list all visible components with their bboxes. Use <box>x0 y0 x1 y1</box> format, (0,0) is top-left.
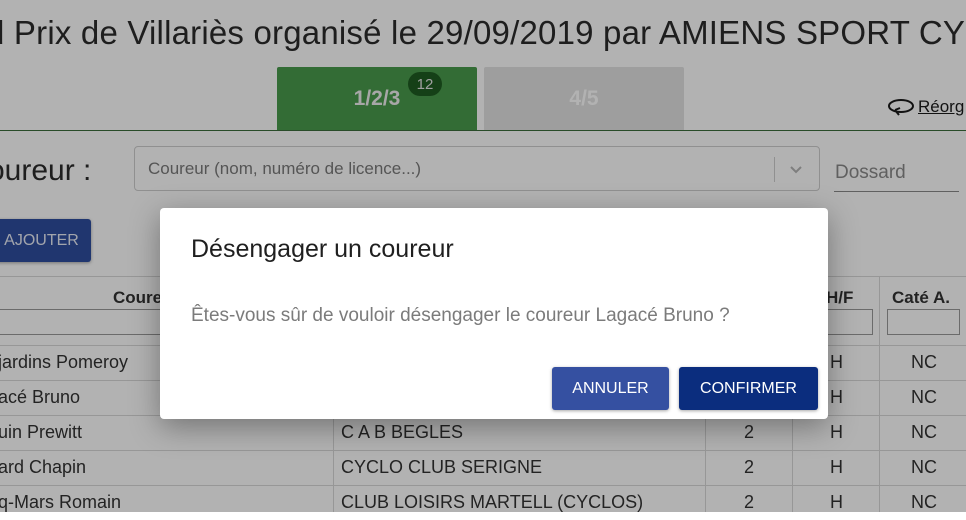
cancel-button[interactable]: ANNULER <box>552 367 669 410</box>
confirm-button[interactable]: CONFIRMER <box>679 367 818 410</box>
confirm-dialog: Désengager un coureur Êtes-vous sûr de v… <box>160 208 828 419</box>
dialog-message: Êtes-vous sûr de vouloir désengager le c… <box>191 305 730 326</box>
dialog-title: Désengager un coureur <box>191 235 454 263</box>
